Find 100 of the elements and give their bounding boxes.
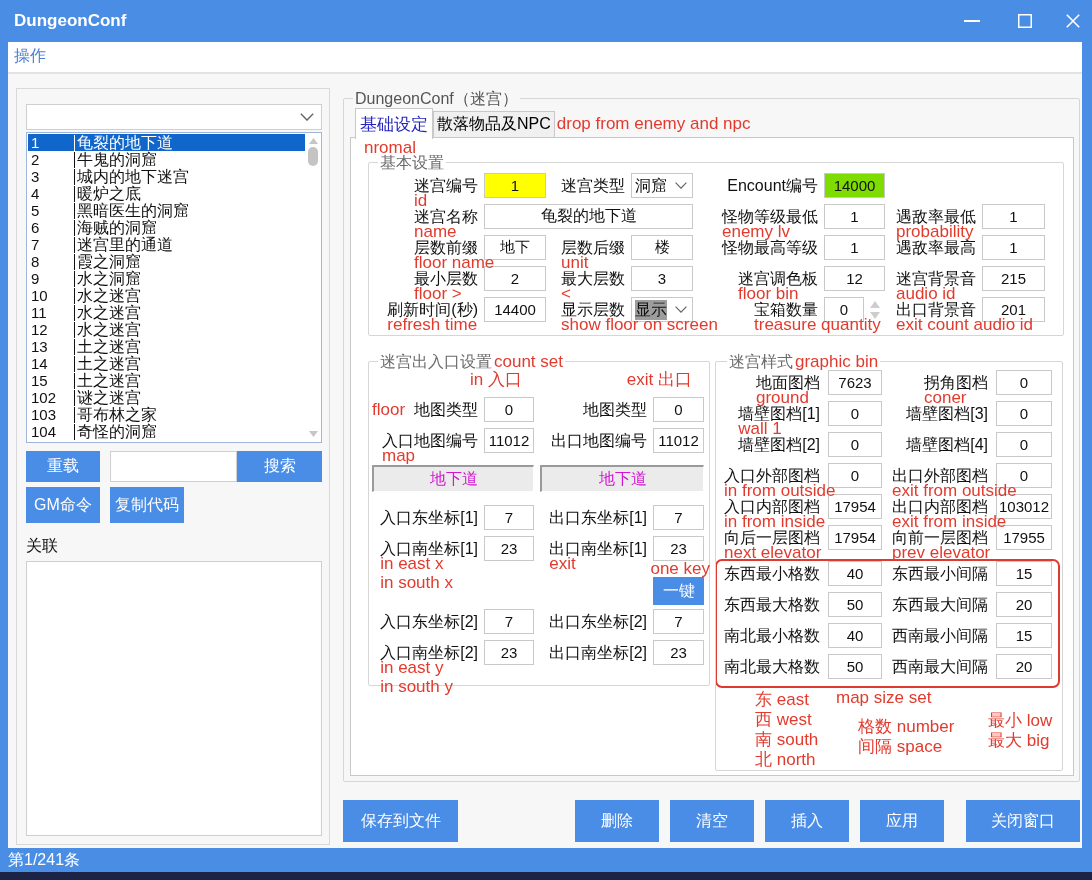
input-field[interactable]: 23 xyxy=(484,536,534,561)
item-name: 土之迷宫 xyxy=(74,338,141,355)
input-field[interactable]: 0 xyxy=(828,401,882,426)
input-field[interactable]: 11012 xyxy=(653,428,704,453)
item-name: 龟裂的地下道 xyxy=(74,134,173,151)
input-field[interactable]: 40 xyxy=(828,623,882,648)
list-item[interactable]: 5 黑暗医生的洞窟 xyxy=(28,202,305,219)
input-field[interactable]: 17954 xyxy=(828,525,882,550)
input-field[interactable]: 0 xyxy=(996,401,1052,426)
list-item[interactable]: 15 土之迷宫 xyxy=(28,372,305,389)
item-id: 4 xyxy=(30,185,41,202)
dropdown[interactable] xyxy=(26,104,322,130)
input-field[interactable]: 1 xyxy=(824,204,885,229)
list-item[interactable]: 12 水之迷宫 xyxy=(28,321,305,338)
input-field[interactable]: 0 xyxy=(996,370,1052,395)
map-name-display: 地下道 xyxy=(372,465,534,492)
input-field[interactable]: 23 xyxy=(653,640,704,665)
annotation-text: 南 south xyxy=(755,730,819,750)
list-item[interactable]: 103 哥布林之家 xyxy=(28,406,305,423)
field-label: 地面图档 xyxy=(756,373,820,391)
dropdown[interactable]: 洞窟 xyxy=(631,173,693,198)
item-name: 海贼的洞窟 xyxy=(74,219,157,236)
list-item[interactable]: 7 迷宫里的通道 xyxy=(28,236,305,253)
input-field[interactable]: 215 xyxy=(982,266,1045,291)
input-field[interactable]: 23 xyxy=(484,640,534,665)
list-item[interactable]: 8 霞之洞窟 xyxy=(28,253,305,270)
field-label: 东西最小格数 xyxy=(724,564,820,583)
input-field[interactable]: 14400 xyxy=(484,297,546,322)
tab[interactable]: 散落物品及NPC xyxy=(433,111,555,138)
input-field[interactable]: 7623 xyxy=(828,370,882,395)
window-title: DungeonConf xyxy=(14,11,128,31)
menu-item[interactable]: 操作 xyxy=(14,45,46,67)
annotation-text: in south y xyxy=(380,676,453,696)
scroll-down-icon[interactable] xyxy=(308,431,318,437)
group-title: 基本设置 xyxy=(380,154,444,171)
input-field[interactable]: 14000 xyxy=(824,173,885,198)
input-field[interactable]: 20 xyxy=(996,592,1052,617)
item-id: 5 xyxy=(30,202,41,219)
field-label: 东西最小间隔 xyxy=(892,564,988,583)
input-field[interactable]: 0 xyxy=(484,397,534,422)
search-field[interactable] xyxy=(110,451,237,482)
item-name: 暖炉之底 xyxy=(74,185,141,202)
list-item[interactable]: 6 海贼的洞窟 xyxy=(28,219,305,236)
field-label: 南北最大格数 xyxy=(724,657,820,676)
field-label: 出口南坐标[2] xyxy=(549,643,647,662)
input-field[interactable]: 20 xyxy=(996,654,1052,679)
item-id: 6 xyxy=(30,219,41,236)
item-name: 霞之洞窟 xyxy=(74,253,141,270)
list-item[interactable]: 102 谜之迷宫 xyxy=(28,389,305,406)
input-field[interactable]: 50 xyxy=(828,592,882,617)
input-field[interactable]: 0 xyxy=(828,432,882,457)
scroll-up-icon[interactable] xyxy=(308,138,318,144)
input-field[interactable]: 1 xyxy=(484,173,546,198)
list-item[interactable]: 10 水之迷宫 xyxy=(28,287,305,304)
input-field[interactable]: 0 xyxy=(996,432,1052,457)
input-field[interactable]: 0 xyxy=(828,463,882,488)
input-field[interactable]: 龟裂的地下道 xyxy=(484,204,693,229)
input-field[interactable]: 12 xyxy=(824,266,885,291)
item-id: 3 xyxy=(30,168,41,185)
close-icon[interactable] xyxy=(1066,14,1080,28)
field-label: 地图类型 xyxy=(583,400,647,419)
input-field[interactable]: 50 xyxy=(828,654,882,679)
dropdown[interactable]: 显示 xyxy=(631,297,693,322)
input-field[interactable]: 0 xyxy=(653,397,704,422)
spinner-arrows-icon[interactable] xyxy=(869,299,881,320)
input-field[interactable]: 1 xyxy=(824,235,885,260)
input-field[interactable]: 楼 xyxy=(631,235,693,260)
field-label: 出口东坐标[2] xyxy=(549,612,647,631)
annotation-text: exit 出口 xyxy=(626,370,692,389)
item-id: 102 xyxy=(30,389,58,406)
field-label: 出口地图编号 xyxy=(551,431,647,450)
input-field[interactable]: 7 xyxy=(653,609,704,634)
item-name: 水之迷宫 xyxy=(74,287,141,304)
list-item[interactable]: 4 暖炉之底 xyxy=(28,185,305,202)
input-field[interactable]: 7 xyxy=(653,505,704,530)
input-field[interactable]: 40 xyxy=(828,561,882,586)
list-item[interactable]: 2 牛鬼的洞窟 xyxy=(28,151,305,168)
related-list[interactable] xyxy=(26,561,322,836)
list-item[interactable]: 9 水之洞窟 xyxy=(28,270,305,287)
input-field[interactable]: 地下 xyxy=(484,235,546,260)
tab[interactable]: 基础设定 xyxy=(355,108,433,139)
input-field[interactable]: 15 xyxy=(996,623,1052,648)
list-item[interactable]: 13 土之迷宫 xyxy=(28,338,305,355)
input-field[interactable]: 3 xyxy=(631,266,693,291)
list-item[interactable]: 104 奇怪的洞窟 xyxy=(28,423,305,440)
input-field[interactable]: 7 xyxy=(484,505,534,530)
input-field[interactable]: 15 xyxy=(996,561,1052,586)
input-field[interactable]: 1 xyxy=(982,204,1045,229)
list-item[interactable]: 14 土之迷宫 xyxy=(28,355,305,372)
list-item[interactable]: 3 城内的地下迷宫 xyxy=(28,168,305,185)
input-field[interactable]: 23 xyxy=(653,536,704,561)
input-field[interactable]: 1 xyxy=(982,235,1045,260)
list-item[interactable]: 1 龟裂的地下道 xyxy=(28,134,305,151)
input-field[interactable]: 7 xyxy=(484,609,534,634)
maximize-icon[interactable] xyxy=(1018,14,1032,28)
list-item[interactable]: 11 水之迷宫 xyxy=(28,304,305,321)
annotation-text: 东 east xyxy=(755,690,809,710)
input-field[interactable]: 11012 xyxy=(484,428,534,453)
minimize-icon[interactable] xyxy=(964,20,980,22)
scrollbar-thumb[interactable] xyxy=(308,147,318,166)
